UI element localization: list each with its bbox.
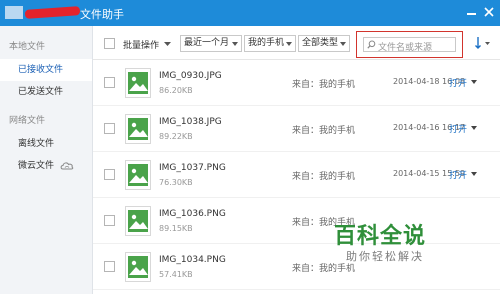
row-checkbox[interactable]	[104, 123, 115, 134]
file-source: 来自：我的手机	[292, 80, 356, 90]
image-thumbnail	[125, 160, 151, 190]
minimize-button[interactable]	[463, 4, 479, 20]
open-button[interactable]: 打开	[449, 122, 467, 135]
sidebar-item-weiyun[interactable]: 微云文件	[0, 155, 92, 177]
chevron-down-icon	[286, 42, 292, 46]
row-checkbox[interactable]	[104, 261, 115, 272]
image-thumbnail	[125, 206, 151, 236]
image-file-icon	[128, 210, 148, 232]
open-button[interactable]: 打开	[449, 168, 467, 181]
file-row[interactable]: IMG_1037.PNG 76.30KB 来自：我的手机 2014-04-15 …	[93, 152, 500, 198]
image-file-icon	[128, 164, 148, 186]
file-name: IMG_0930.JPG	[159, 71, 222, 81]
watermark: 百科全说 助你轻松解决	[334, 218, 474, 278]
sidebar-section-local: 本地文件	[9, 42, 46, 52]
sidebar-item-label: 已接收文件	[18, 65, 64, 75]
batch-operations-label: 批量操作	[123, 41, 160, 51]
search-highlight-box: 文件名或来源	[356, 31, 463, 58]
row-checkbox[interactable]	[104, 77, 115, 88]
select-all-checkbox[interactable]	[104, 38, 115, 49]
close-button[interactable]	[481, 4, 497, 20]
image-file-icon	[128, 256, 148, 278]
image-thumbnail	[125, 114, 151, 144]
file-size: 76.30KB	[159, 178, 193, 187]
image-file-icon	[128, 118, 148, 140]
chevron-down-icon	[340, 42, 346, 46]
file-size: 86.20KB	[159, 86, 193, 95]
file-size: 89.15KB	[159, 224, 193, 233]
search-icon	[367, 40, 376, 49]
app-logo-icon	[5, 6, 23, 19]
open-button[interactable]: 打开	[449, 76, 467, 89]
sort-icon	[475, 37, 490, 49]
file-row[interactable]: IMG_1038.JPG 89.22KB 来自：我的手机 2014-04-16 …	[93, 106, 500, 152]
type-filter-value: 全部类型	[302, 38, 339, 48]
time-filter-value: 最近一个月	[184, 38, 230, 48]
file-source: 来自：我的手机	[292, 172, 356, 182]
image-thumbnail	[125, 252, 151, 282]
search-input[interactable]: 文件名或来源	[363, 37, 456, 53]
file-source: 来自：我的手机	[292, 126, 356, 136]
sidebar: 本地文件 已接收文件 已发送文件 网络文件 离线文件 微云文件	[0, 26, 93, 294]
chevron-down-icon	[163, 42, 171, 46]
source-filter-dropdown[interactable]: 我的手机	[244, 35, 296, 52]
file-name: IMG_1034.PNG	[159, 255, 226, 265]
file-name: IMG_1037.PNG	[159, 163, 226, 173]
cloud-icon	[60, 162, 74, 170]
image-file-icon	[128, 72, 148, 94]
chevron-down-icon[interactable]	[471, 172, 477, 176]
type-filter-dropdown[interactable]: 全部类型	[298, 35, 350, 52]
batch-operations-button[interactable]: 批量操作	[123, 38, 171, 51]
watermark-tagline: 助你轻松解决	[346, 250, 424, 263]
source-filter-value: 我的手机	[248, 38, 285, 48]
redaction-mark	[24, 6, 81, 19]
row-checkbox[interactable]	[104, 169, 115, 180]
file-size: 89.22KB	[159, 132, 193, 141]
time-filter-dropdown[interactable]: 最近一个月	[180, 35, 242, 52]
chevron-down-icon[interactable]	[471, 126, 477, 130]
sort-button[interactable]	[473, 35, 493, 51]
sidebar-item-label: 微云文件	[18, 161, 55, 171]
sidebar-item-offline[interactable]: 离线文件	[0, 133, 92, 155]
close-icon	[484, 7, 494, 17]
file-size: 57.41KB	[159, 270, 193, 279]
row-checkbox[interactable]	[104, 215, 115, 226]
sidebar-section-network: 网络文件	[9, 116, 46, 126]
minimize-icon	[466, 13, 476, 15]
chevron-down-icon[interactable]	[471, 80, 477, 84]
title-bar: 文件助手	[0, 0, 500, 26]
file-row[interactable]: IMG_0930.JPG 86.20KB 来自：我的手机 2014-04-18 …	[93, 60, 500, 106]
file-name: IMG_1036.PNG	[159, 209, 226, 219]
image-thumbnail	[125, 68, 151, 98]
sidebar-item-label: 离线文件	[18, 139, 55, 149]
search-placeholder: 文件名或来源	[378, 43, 433, 53]
chevron-down-icon	[232, 42, 238, 46]
watermark-brand: 百科全说	[334, 224, 427, 249]
sidebar-item-sent[interactable]: 已发送文件	[0, 81, 92, 103]
toolbar: 批量操作 最近一个月 我的手机 全部类型 文件名或来源	[93, 26, 500, 60]
sidebar-item-received[interactable]: 已接收文件	[0, 59, 92, 81]
sidebar-item-label: 已发送文件	[18, 87, 64, 97]
window-title: 文件助手	[80, 8, 124, 21]
file-name: IMG_1038.JPG	[159, 117, 222, 127]
